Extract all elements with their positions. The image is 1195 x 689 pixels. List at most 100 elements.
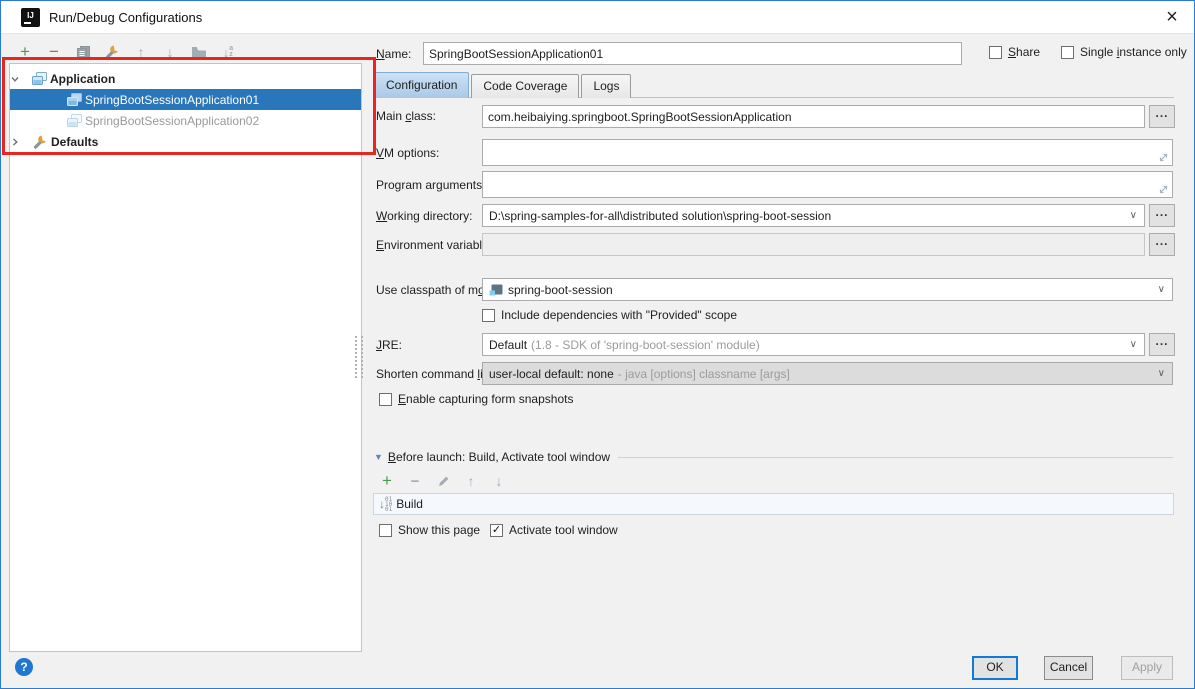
working-directory-browse-button[interactable]: ... — [1149, 204, 1175, 227]
move-up-icon[interactable]: ↑ — [133, 44, 149, 60]
copy-configuration-icon[interactable] — [75, 44, 91, 60]
provided-scope-checkbox[interactable]: Include dependencies with "Provided" sco… — [482, 308, 737, 322]
tree-node-configuration[interactable]: SpringBootSessionApplication02 — [10, 110, 361, 131]
chevron-down-icon[interactable]: ∨ — [1130, 340, 1137, 350]
before-launch-title: Before launch: Build, Activate tool wind… — [388, 450, 610, 464]
checkbox-box[interactable] — [1061, 46, 1074, 59]
expand-field-icon[interactable] — [1158, 184, 1169, 195]
classpath-module-combo[interactable]: spring-boot-session ∨ — [482, 278, 1173, 301]
triangle-down-icon[interactable]: ▼ — [374, 452, 383, 462]
expand-field-icon[interactable] — [1158, 152, 1169, 163]
program-arguments-field — [482, 171, 1173, 198]
title-bar: IJ Run/Debug Configurations × — [1, 1, 1194, 34]
tree-node-application[interactable]: Application — [10, 68, 361, 89]
show-this-page-label: Show this page — [398, 523, 480, 537]
capture-snapshots-checkbox[interactable]: Enable capturing form snapshots — [379, 392, 573, 406]
application-type-icon — [32, 72, 47, 85]
checkbox-box-checked[interactable]: ✓ — [490, 524, 503, 537]
add-configuration-button[interactable]: + — [17, 44, 33, 60]
build-task-icon: ↓ 01 10 01 — [379, 497, 392, 512]
remove-configuration-button[interactable]: − — [46, 44, 62, 60]
show-this-page-checkbox[interactable]: Show this page — [379, 523, 480, 537]
splitter-handle[interactable] — [355, 336, 363, 378]
sort-configurations-icon[interactable]: ↓ az — [220, 44, 236, 60]
shorten-command-line-value: user-local default: none — [489, 367, 614, 381]
checkbox-box[interactable] — [482, 309, 495, 322]
help-icon[interactable]: ? — [15, 658, 33, 676]
edit-defaults-wrench-icon[interactable] — [104, 44, 120, 60]
before-launch-header[interactable]: ▼ Before launch: Build, Activate tool wi… — [374, 450, 1173, 464]
checkbox-box[interactable] — [989, 46, 1002, 59]
shorten-command-line-combo[interactable]: user-local default: none - java [options… — [482, 362, 1173, 385]
share-label: Share — [1008, 45, 1040, 59]
move-task-down-icon[interactable]: ↓ — [491, 473, 507, 489]
tree-node-configuration-selected[interactable]: SpringBootSessionApplication01 — [10, 89, 361, 110]
program-arguments-input[interactable] — [482, 171, 1173, 198]
jre-value: Default — [489, 338, 527, 352]
edit-task-pencil-icon[interactable] — [435, 473, 451, 489]
environment-variables-browse-button[interactable]: ... — [1149, 233, 1175, 256]
provided-scope-label: Include dependencies with "Provided" sco… — [501, 308, 737, 322]
jre-label: JRE: — [376, 338, 402, 352]
before-launch-task-row[interactable]: ↓ 01 10 01 Build — [373, 493, 1174, 515]
tree-node-label: Application — [50, 72, 115, 86]
tab-code-coverage[interactable]: Code Coverage — [471, 74, 579, 98]
chevron-down-icon[interactable]: ∨ — [1158, 369, 1165, 379]
main-class-browse-button[interactable]: ... — [1149, 105, 1175, 128]
name-input[interactable] — [423, 42, 962, 65]
single-instance-label: Single instance only — [1080, 45, 1187, 59]
vm-options-field — [482, 139, 1173, 166]
before-launch-toolbar: + − ↑ ↓ — [379, 472, 507, 490]
working-directory-value: D:\spring-samples-for-all\distributed so… — [489, 209, 831, 223]
chevron-expanded-icon[interactable] — [10, 74, 32, 84]
jre-browse-button[interactable]: ... — [1149, 333, 1175, 356]
apply-button[interactable]: Apply — [1121, 656, 1173, 680]
tree-node-label: SpringBootSessionApplication01 — [85, 93, 259, 107]
header-rule — [618, 457, 1173, 458]
cancel-button[interactable]: Cancel — [1044, 656, 1093, 680]
chevron-down-icon[interactable]: ∨ — [1158, 285, 1165, 295]
checkbox-box[interactable] — [379, 524, 392, 537]
activate-tool-window-checkbox[interactable]: ✓ Activate tool window — [490, 523, 618, 537]
checkbox-box[interactable] — [379, 393, 392, 406]
name-label: Name: — [376, 47, 411, 61]
remove-task-button[interactable]: − — [407, 473, 423, 489]
defaults-wrench-icon — [32, 134, 48, 150]
classpath-module-value: spring-boot-session — [508, 283, 613, 297]
jre-hint: (1.8 - SDK of 'spring-boot-session' modu… — [531, 338, 760, 352]
chevron-down-icon[interactable]: ∨ — [1130, 211, 1137, 221]
main-class-input[interactable] — [482, 105, 1145, 128]
add-task-button[interactable]: + — [379, 473, 395, 489]
activate-tool-window-label: Activate tool window — [509, 523, 618, 537]
tree-node-defaults[interactable]: Defaults — [10, 131, 361, 152]
move-down-icon[interactable]: ↓ — [162, 44, 178, 60]
working-directory-combo[interactable]: D:\spring-samples-for-all\distributed so… — [482, 204, 1145, 227]
application-config-icon — [67, 114, 82, 127]
tab-configuration[interactable]: Configuration — [374, 72, 469, 98]
single-instance-checkbox[interactable]: Single instance only — [1061, 45, 1187, 59]
config-tabs: Configuration Code Coverage Logs — [374, 72, 631, 98]
environment-variables-label: Environment variables: — [376, 238, 498, 252]
move-task-up-icon[interactable]: ↑ — [463, 473, 479, 489]
environment-variables-input[interactable] — [482, 233, 1145, 256]
close-icon[interactable]: × — [1160, 5, 1184, 29]
chevron-collapsed-icon[interactable] — [10, 137, 32, 147]
vm-options-input[interactable] — [482, 139, 1173, 166]
share-checkbox[interactable]: Share — [989, 45, 1040, 59]
capture-snapshots-label: Enable capturing form snapshots — [398, 392, 573, 406]
run-debug-configurations-dialog: IJ Run/Debug Configurations × + − ↑ ↓ ↓ … — [0, 0, 1195, 689]
main-class-label: Main class: — [376, 109, 436, 123]
program-arguments-label: Program arguments: — [376, 178, 485, 192]
build-task-label: Build — [396, 497, 423, 511]
application-config-icon — [67, 93, 82, 106]
tree-node-label: Defaults — [51, 135, 98, 149]
jre-combo[interactable]: Default (1.8 - SDK of 'spring-boot-sessi… — [482, 333, 1145, 356]
tab-logs[interactable]: Logs — [581, 74, 631, 98]
folder-icon[interactable] — [191, 44, 207, 60]
shorten-command-line-label: Shorten command line: — [376, 367, 499, 381]
configurations-tree: Application SpringBootSessionApplication… — [9, 63, 362, 652]
module-icon — [489, 283, 503, 296]
vm-options-label: VM options: — [376, 146, 439, 160]
ok-button[interactable]: OK — [972, 656, 1018, 680]
tree-node-label: SpringBootSessionApplication02 — [85, 114, 259, 128]
